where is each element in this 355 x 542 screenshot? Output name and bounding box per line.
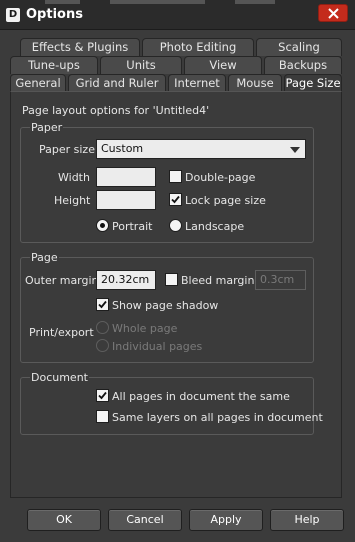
checkmark-icon: [98, 391, 107, 400]
checkmark-icon: [171, 195, 180, 204]
tab-photo-editing[interactable]: Photo Editing: [142, 38, 254, 56]
lock-page-size-checkbox[interactable]: [169, 193, 182, 206]
tab-backups[interactable]: Backups: [264, 56, 342, 74]
tab-internet[interactable]: Internet: [168, 74, 226, 92]
outer-margin-field[interactable]: 20.32cm: [96, 270, 156, 290]
height-label: Height: [54, 194, 91, 207]
background-strip: [110, 0, 205, 4]
paper-size-select[interactable]: Custom: [96, 139, 306, 159]
checkmark-icon: [98, 300, 107, 309]
same-layers-label: Same layers on all pages in document: [112, 411, 323, 424]
whole-page-label: Whole page: [112, 322, 178, 335]
all-pages-same-checkbox[interactable]: [96, 389, 109, 402]
close-icon: [328, 8, 339, 19]
tab-tune-ups[interactable]: Tune-ups: [10, 56, 98, 74]
bleed-margin-checkbox[interactable]: [165, 273, 178, 286]
background-strip: [235, 0, 275, 4]
radio-selected-dot: [100, 223, 105, 228]
window-title: Options: [26, 7, 83, 22]
background-strip: [45, 0, 80, 4]
show-page-shadow-label: Show page shadow: [112, 299, 219, 312]
portrait-label: Portrait: [112, 220, 153, 233]
lock-page-size-label: Lock page size: [185, 194, 266, 207]
bleed-margin-label: Bleed margin: [181, 274, 255, 287]
show-page-shadow-checkbox[interactable]: [96, 298, 109, 311]
help-button[interactable]: Help: [270, 509, 344, 531]
tab-general[interactable]: General: [10, 74, 66, 92]
all-pages-same-label: All pages in document the same: [112, 390, 290, 403]
individual-pages-label: Individual pages: [112, 340, 203, 353]
width-field[interactable]: [96, 167, 156, 187]
close-button[interactable]: [318, 4, 348, 22]
portrait-radio[interactable]: [96, 219, 109, 232]
paper-size-value: Custom: [101, 142, 144, 155]
bleed-margin-field[interactable]: 0.3cm: [255, 270, 306, 290]
cancel-button[interactable]: Cancel: [108, 509, 182, 531]
tab-effects-plugins[interactable]: Effects & Plugins: [20, 38, 140, 56]
chevron-down-icon: [290, 147, 300, 153]
same-layers-checkbox[interactable]: [96, 410, 109, 423]
paper-size-label: Paper size: [39, 143, 95, 156]
height-field[interactable]: [96, 190, 156, 210]
ok-button[interactable]: OK: [27, 509, 101, 531]
individual-pages-radio[interactable]: [96, 339, 109, 352]
page-description: Page layout options for 'Untitled4': [22, 104, 210, 117]
tab-units[interactable]: Units: [100, 56, 182, 74]
landscape-label: Landscape: [185, 220, 245, 233]
apply-button[interactable]: Apply: [189, 509, 263, 531]
paper-group-label: Paper: [30, 121, 64, 134]
double-page-checkbox[interactable]: [169, 170, 182, 183]
title-bar: D Options: [0, 0, 355, 30]
document-group-label: Document: [30, 371, 89, 384]
double-page-label: Double-page: [185, 171, 256, 184]
whole-page-radio[interactable]: [96, 321, 109, 334]
tab-mouse[interactable]: Mouse: [228, 74, 282, 92]
width-label: Width: [58, 171, 90, 184]
page-group-label: Page: [30, 251, 59, 264]
print-export-label: Print/export: [29, 326, 94, 339]
landscape-radio[interactable]: [169, 219, 182, 232]
outer-margin-label: Outer margin: [25, 274, 99, 287]
tab-scaling[interactable]: Scaling: [256, 38, 342, 56]
tab-view[interactable]: View: [184, 56, 262, 74]
document-group: [20, 377, 314, 435]
tab-grid-and-ruler[interactable]: Grid and Ruler: [68, 74, 166, 92]
app-logo-icon: D: [6, 8, 20, 22]
